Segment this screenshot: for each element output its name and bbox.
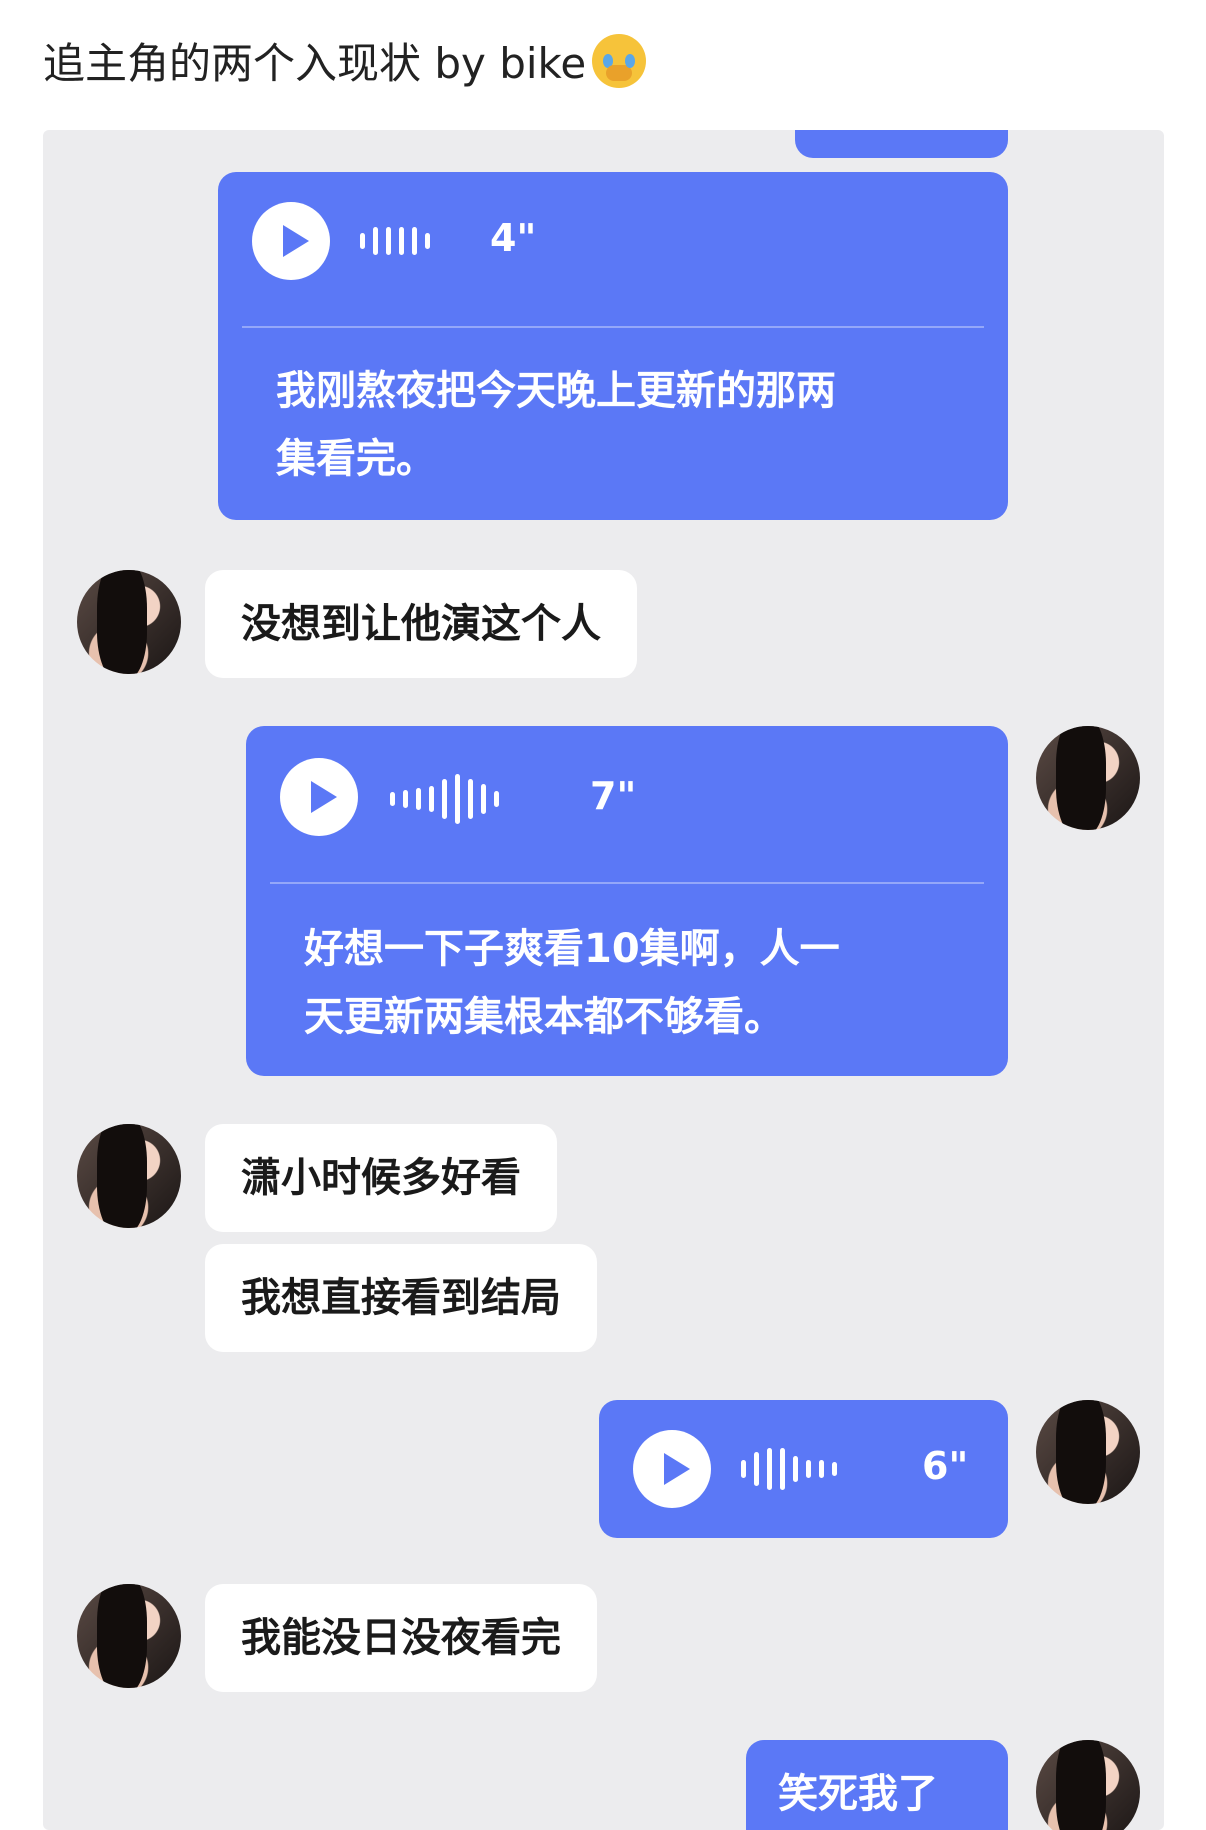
voice-message-bubble[interactable]: 7" 好想一下子爽看10集啊，人一 天更新两集根本都不够看。 [246, 726, 1008, 1076]
voice-message-bubble[interactable]: 6" [599, 1400, 1008, 1538]
voice-waveform-icon [390, 773, 499, 825]
partial-message-bubble [795, 130, 1008, 158]
voice-duration: 7" [590, 774, 637, 818]
voice-transcript-line: 好想一下子爽看10集啊，人一 [304, 926, 840, 972]
voice-duration: 6" [922, 1444, 969, 1488]
crying-face-emoji-icon [592, 34, 647, 88]
friend-avatar[interactable] [77, 1124, 181, 1228]
friend-avatar[interactable] [77, 570, 181, 674]
voice-duration: 4" [490, 216, 537, 260]
voice-transcript-line: 集看完。 [276, 436, 436, 482]
text-message-bubble[interactable]: 笑死我了 [746, 1740, 1008, 1830]
text-message-bubble[interactable]: 我想直接看到结局 [205, 1244, 597, 1352]
voice-waveform-icon [360, 222, 430, 260]
divider [242, 326, 984, 328]
voice-transcript-line: 天更新两集根本都不够看。 [304, 994, 784, 1040]
text-message-bubble[interactable]: 潇小时候多好看 [205, 1124, 557, 1232]
my-avatar[interactable] [1036, 726, 1140, 830]
post-title-text: 追主角的两个入现状 by bike [43, 39, 587, 88]
post-title: 追主角的两个入现状 by bike [43, 34, 647, 94]
chat-screenshot: 4" 我刚熬夜把今天晚上更新的那两 集看完。 没想到让他演这个人 7" 好想一下… [43, 130, 1164, 1830]
text-message-bubble[interactable]: 没想到让他演这个人 [205, 570, 637, 678]
divider [270, 882, 984, 884]
voice-message-bubble[interactable]: 4" 我刚熬夜把今天晚上更新的那两 集看完。 [218, 172, 1008, 520]
text-message-bubble[interactable]: 我能没日没夜看完 [205, 1584, 597, 1692]
friend-avatar[interactable] [77, 1584, 181, 1688]
my-avatar[interactable] [1036, 1400, 1140, 1504]
play-icon[interactable] [252, 202, 330, 280]
play-icon[interactable] [633, 1430, 711, 1508]
message-text: 笑死我了 [778, 1771, 938, 1817]
play-icon[interactable] [280, 758, 358, 836]
voice-waveform-icon [741, 1444, 837, 1494]
voice-transcript-line: 我刚熬夜把今天晚上更新的那两 [276, 368, 836, 414]
my-avatar[interactable] [1036, 1740, 1140, 1830]
